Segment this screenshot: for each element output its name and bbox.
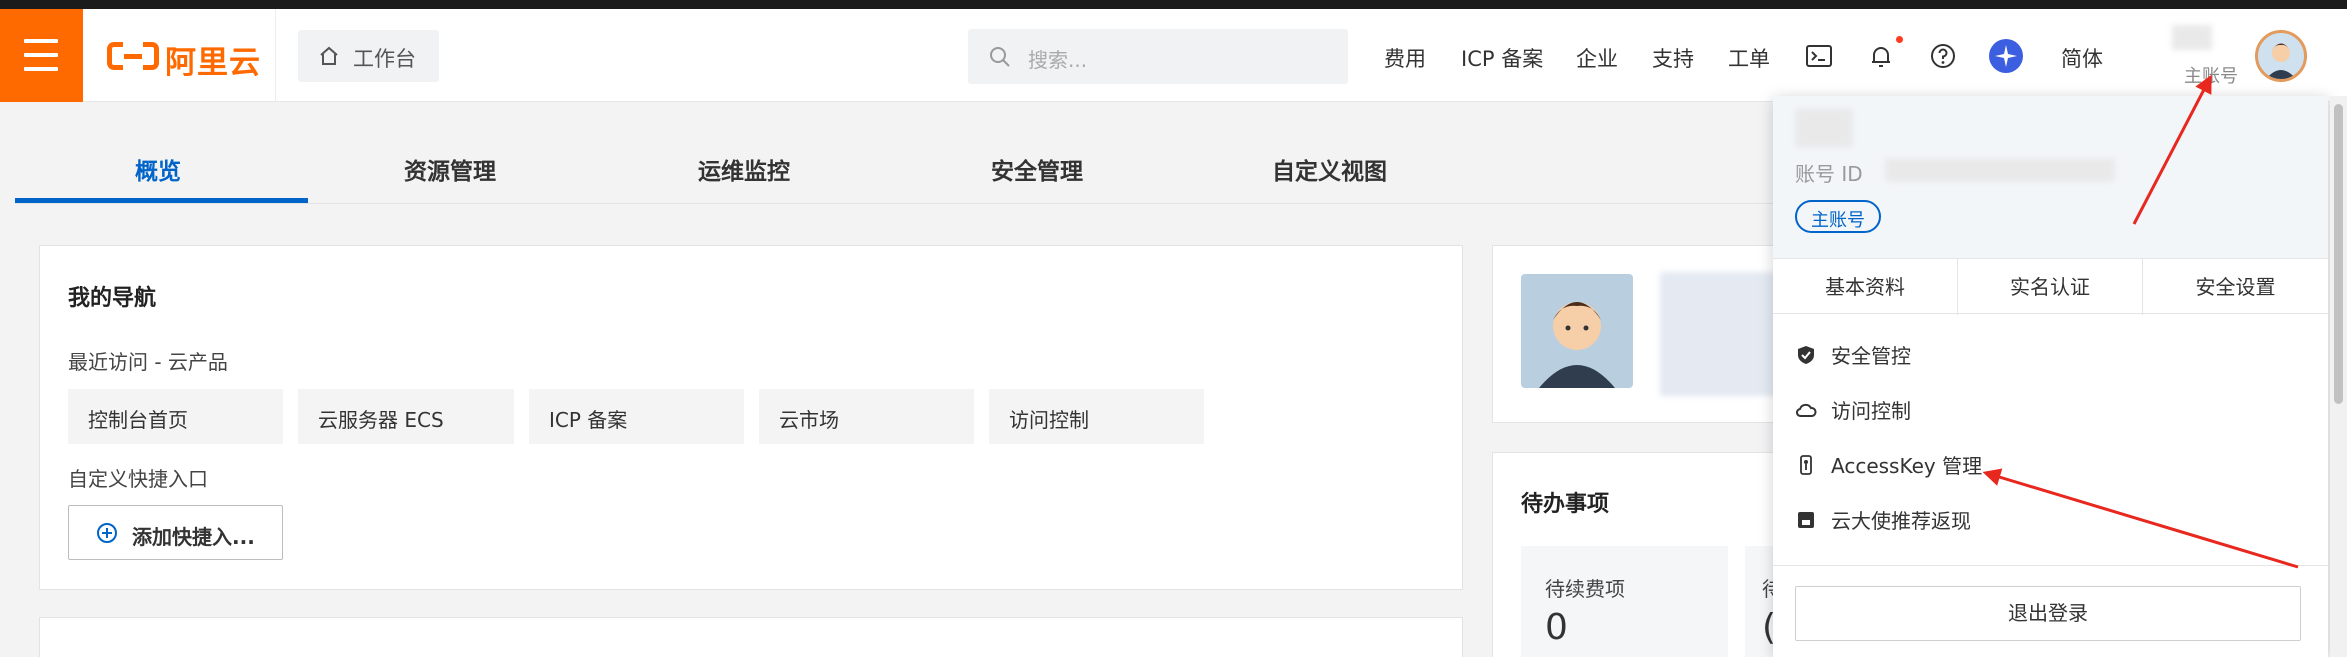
- annotation-arrows: [1982, 74, 2299, 569]
- annotation-arrow-to-account: [2132, 74, 2212, 225]
- annotation-arrow-to-accesskey: [1982, 468, 2299, 569]
